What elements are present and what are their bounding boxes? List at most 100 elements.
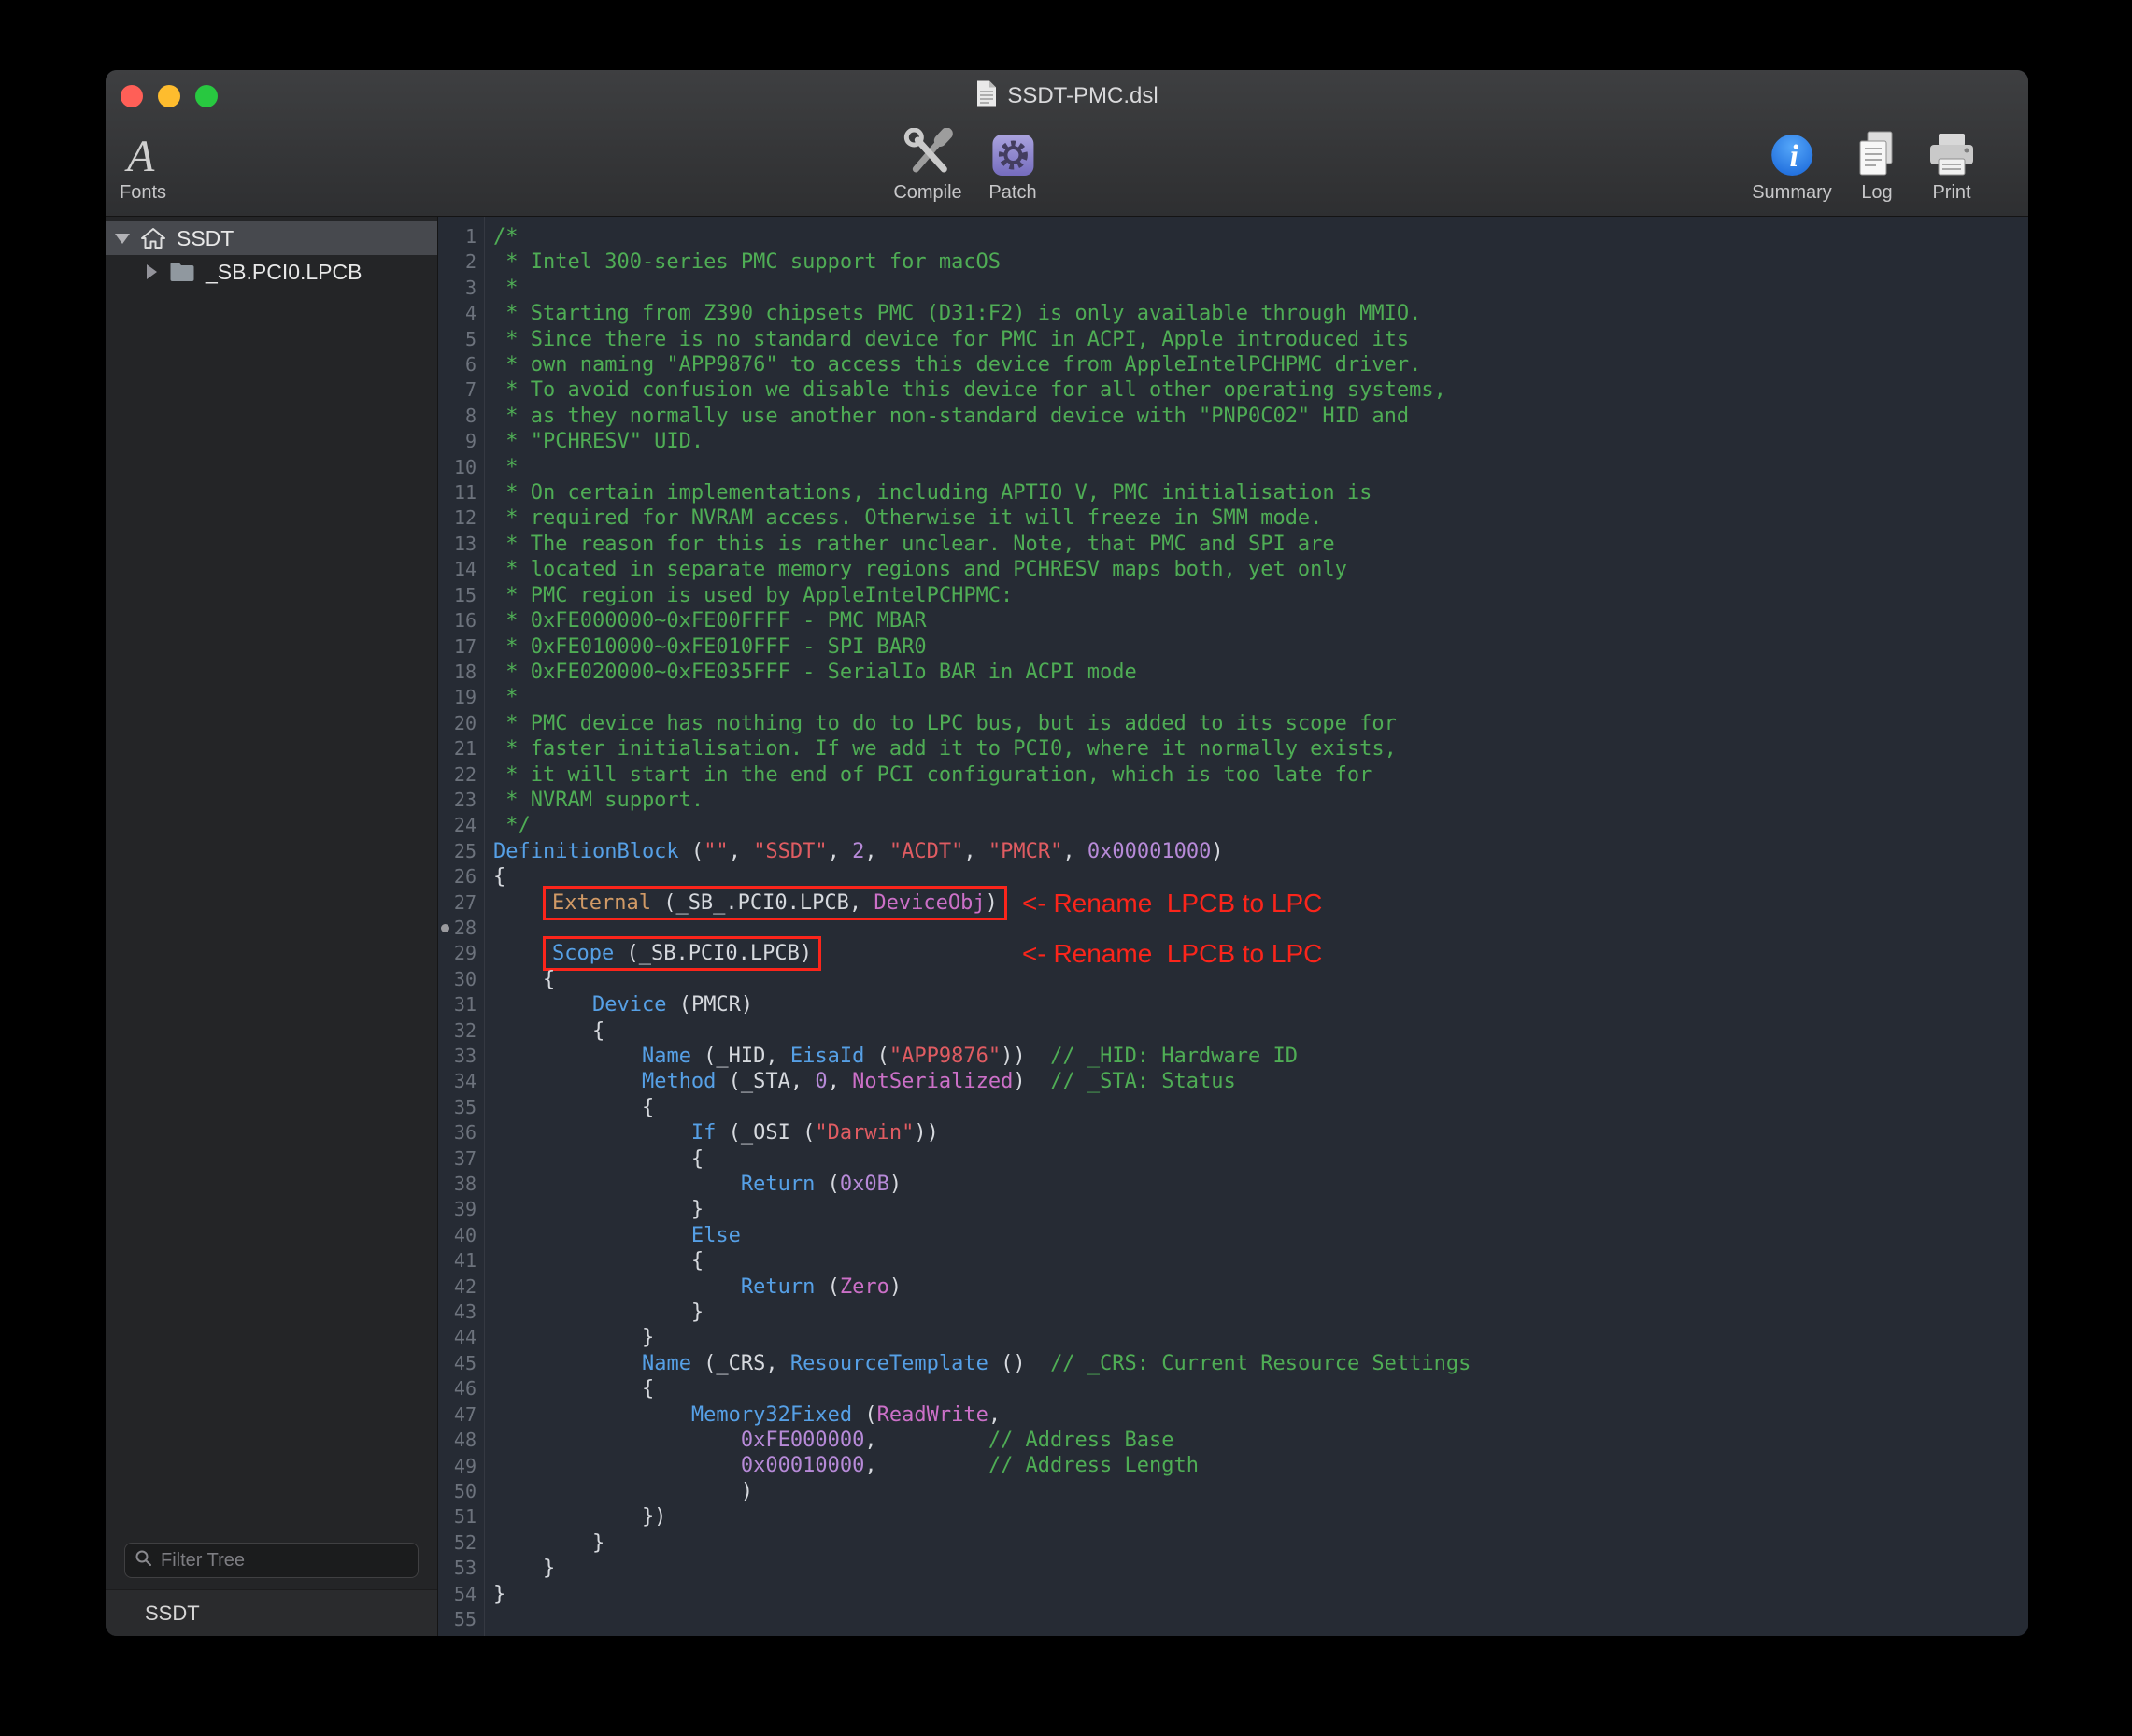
code-line: ) (493, 1479, 2028, 1504)
code-token: (PMCR) (666, 993, 753, 1017)
minimize-button[interactable] (158, 85, 180, 107)
code-token: Return (741, 1173, 815, 1196)
line-number: 33 (438, 1044, 484, 1069)
code-line: Else (493, 1223, 2028, 1248)
code-token: Return (741, 1275, 815, 1299)
code-token: ( (852, 1403, 877, 1427)
code-token: Else (691, 1224, 741, 1247)
line-number: 45 (438, 1351, 484, 1376)
code-token (493, 993, 592, 1017)
line-number: 17 (438, 634, 484, 660)
code-token: * To avoid confusion we disable this dev… (493, 378, 1446, 402)
window-title-group: SSDT-PMC.dsl (975, 79, 1158, 114)
filter-field[interactable] (124, 1543, 419, 1578)
code-token: 0x00001000 (1087, 840, 1211, 863)
editor: 1234567891011121314151617181920212223242… (438, 217, 2028, 1636)
svg-text:A: A (124, 132, 155, 178)
line-number: 41 (438, 1248, 484, 1274)
code-line: If (_OSI ("Darwin")) (493, 1120, 2028, 1145)
code-token: * (493, 686, 519, 709)
line-number: 35 (438, 1095, 484, 1120)
document-proxy-icon[interactable] (975, 79, 998, 114)
code-token: ResourceTemplate (790, 1352, 988, 1375)
tree-item-lpcb[interactable]: _SB.PCI0.LPCB (106, 255, 437, 289)
code-token: ) (986, 891, 998, 915)
line-number: 31 (438, 992, 484, 1017)
code-line: { (493, 1018, 2028, 1044)
line-number: 48 (438, 1428, 484, 1453)
code-token: { (493, 1019, 604, 1043)
code-token: 0xFE000000 (741, 1429, 864, 1452)
code-token: , (864, 1454, 988, 1477)
code-token: , (828, 1070, 853, 1093)
code-token: * (493, 456, 519, 479)
code-area[interactable]: /* * Intel 300-series PMC support for ma… (485, 217, 2028, 1636)
code-token: "Darwin" (815, 1121, 914, 1145)
code-line: Method (_STA, 0, NotSerialized) // _STA:… (493, 1069, 2028, 1094)
titlebar[interactable]: SSDT-PMC.dsl (106, 70, 2028, 122)
print-label: Print (1926, 182, 1977, 204)
window-chrome: SSDT-PMC.dsl A Fonts (106, 70, 2028, 217)
line-number: 43 (438, 1300, 484, 1325)
summary-button[interactable]: i Summary (1752, 126, 1832, 204)
code-token: // Address Length (988, 1454, 1199, 1477)
code-token (493, 1045, 642, 1068)
code-token: * On certain implementations, including … (493, 481, 1372, 505)
code-token: // _STA: Status (1050, 1070, 1236, 1093)
fonts-label: Fonts (120, 182, 166, 204)
code-token: } (493, 1326, 654, 1349)
line-number: 29 (438, 941, 484, 966)
patch-button[interactable]: Patch (988, 126, 1036, 204)
code-line: 0xFE000000, // Address Base (493, 1428, 2028, 1453)
code-token (493, 1173, 741, 1196)
code-token: If (691, 1121, 717, 1145)
compile-button[interactable]: Compile (893, 126, 961, 204)
log-button[interactable]: Log (1853, 126, 1901, 204)
line-number: 1 (438, 224, 484, 249)
tree-item-ssdt[interactable]: SSDT (106, 221, 437, 255)
code-token: , (1062, 840, 1087, 863)
line-number: 38 (438, 1172, 484, 1197)
zoom-button[interactable] (195, 85, 218, 107)
code-token: ( (679, 840, 704, 863)
disclosure-right-icon[interactable] (147, 264, 157, 279)
code-token: 0x00010000 (741, 1454, 864, 1477)
code-token: ( (864, 1045, 889, 1068)
acpi-tree: SSDT _SB.PCI0.LPCB (106, 217, 437, 1531)
code-token: ( (815, 1275, 840, 1299)
print-button[interactable]: Print (1926, 126, 1977, 204)
line-number: 36 (438, 1120, 484, 1145)
compile-label: Compile (893, 182, 961, 204)
window-title: SSDT-PMC.dsl (1007, 83, 1158, 109)
code-token (493, 1224, 691, 1247)
disclosure-down-icon[interactable] (115, 234, 130, 244)
printer-icon (1926, 126, 1977, 178)
line-marker-dot (441, 924, 449, 932)
code-line: * (493, 685, 2028, 710)
code-line: } (493, 1530, 2028, 1556)
gear-icon (988, 126, 1036, 178)
code-token (493, 1429, 741, 1452)
code-line: }) (493, 1504, 2028, 1530)
code-token: "" (704, 840, 729, 863)
code-token: * PMC device has nothing to do to LPC bu… (493, 712, 1397, 735)
annotation-text: <- Rename LPCB to LPC (1022, 939, 1322, 969)
code-token: * 0xFE020000~0xFE035FFF - SerialIo BAR i… (493, 661, 1137, 684)
close-button[interactable] (121, 85, 143, 107)
code-line: { (493, 967, 2028, 992)
status-bar: SSDT (106, 1589, 437, 1636)
code-token: )) (914, 1121, 939, 1145)
code-token: (_OSI ( (716, 1121, 815, 1145)
code-token: } (493, 1557, 555, 1580)
line-number: 9 (438, 429, 484, 454)
code-line: * 0xFE000000~0xFE00FFFF - PMC MBAR (493, 608, 2028, 633)
code-line: * NVRAM support. (493, 788, 2028, 813)
line-number: 30 (438, 967, 484, 992)
filter-input[interactable] (161, 1550, 408, 1572)
fonts-button[interactable]: A Fonts (120, 126, 166, 204)
line-number: 32 (438, 1018, 484, 1044)
code-token: * required for NVRAM access. Otherwise i… (493, 506, 1322, 530)
code-token: Name (642, 1352, 691, 1375)
line-number: 40 (438, 1223, 484, 1248)
code-token: * faster initialisation. If we add it to… (493, 737, 1397, 761)
